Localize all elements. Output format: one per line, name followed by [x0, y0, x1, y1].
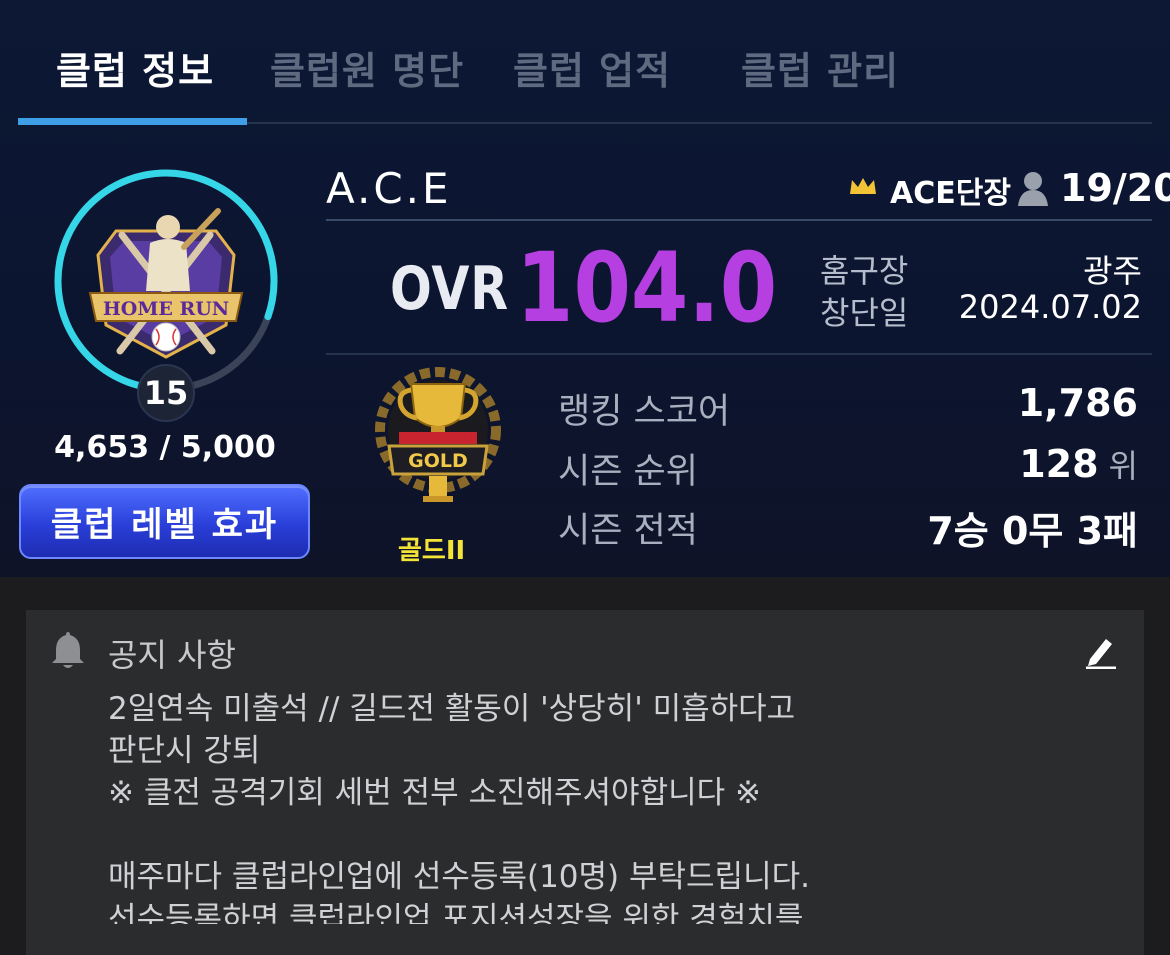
emblem-banner-text: HOME RUN: [103, 298, 229, 320]
tab-club-achievements[interactable]: 클럽 업적: [513, 40, 671, 95]
edit-pencil-icon[interactable]: [1084, 633, 1118, 669]
notice-body: 2일연속 미출석 // 길드전 활동이 '상당히' 미흡하다고 판단시 강퇴 ※…: [108, 688, 1108, 924]
season-rank-unit: 위: [1108, 447, 1138, 485]
club-level-effect-button[interactable]: 클럽 레벨 효과: [19, 484, 310, 559]
season-record-label: 시즌 전적: [558, 511, 698, 551]
season-rank-label: 시즌 순위: [558, 452, 698, 492]
tier-badge-text: GOLD: [408, 450, 468, 472]
season-record-value: 7승 0무 3패: [927, 509, 1138, 553]
season-rank: 128 위: [1019, 441, 1138, 487]
tab-bar: 클럽 정보 클럽원 명단 클럽 업적 클럽 관리: [18, 0, 1152, 126]
notice-title: 공지 사항: [108, 636, 236, 674]
member-icon: [1018, 172, 1048, 206]
notice-line: 판단시 강퇴: [108, 733, 261, 769]
tier-label: 골드II: [398, 536, 466, 566]
notice-line: 2일연속 미출석 // 길드전 활동이 '상당히' 미흡하다고: [108, 691, 796, 727]
divider: [326, 353, 1152, 355]
club-exp-text: 4,653 / 5,000: [54, 430, 276, 465]
home-stadium-label: 홈구장: [820, 252, 909, 290]
notice-line: ※ 클전 공격기회 세번 전부 소진해주셔야합니다 ※: [108, 775, 761, 811]
club-level-badge: 15: [137, 364, 195, 422]
home-run-emblem-icon: HOME RUN: [88, 208, 244, 359]
member-count: 19/20: [1060, 166, 1170, 210]
season-rank-value: 128: [1019, 442, 1099, 486]
club-leader-name[interactable]: ACE단장: [890, 168, 1011, 212]
ranking-score-label: 랭킹 스코어: [558, 392, 731, 432]
ovr-label: OVR: [390, 254, 509, 324]
tab-member-list[interactable]: 클럽원 명단: [270, 40, 464, 95]
founded-date-label: 창단일: [820, 294, 909, 332]
bell-icon: [52, 632, 84, 668]
club-emblem: HOME RUN: [54, 169, 278, 393]
ovr-value: 104.0: [516, 232, 778, 344]
crown-icon: [850, 178, 876, 194]
notice-line: 매주마다 클럽라인업에 선수등록(10명) 부탁드립니다.: [108, 859, 810, 895]
tab-club-management[interactable]: 클럽 관리: [741, 40, 899, 95]
ranking-score-value: 1,786: [1017, 381, 1138, 425]
notice-line: 선수등록하면 클럽라인업 포지션성장을 위한 경험치를: [108, 901, 804, 924]
gold-trophy-icon: GOLD: [375, 367, 501, 502]
active-tab-indicator: [18, 118, 247, 125]
club-name: A.C.E: [326, 164, 452, 213]
founded-date-value: 2024.07.02: [958, 288, 1142, 326]
home-stadium-value: 광주: [1083, 252, 1142, 290]
tab-club-info[interactable]: 클럽 정보: [56, 40, 214, 95]
notice-line: [108, 814, 1108, 856]
divider: [326, 219, 1152, 221]
